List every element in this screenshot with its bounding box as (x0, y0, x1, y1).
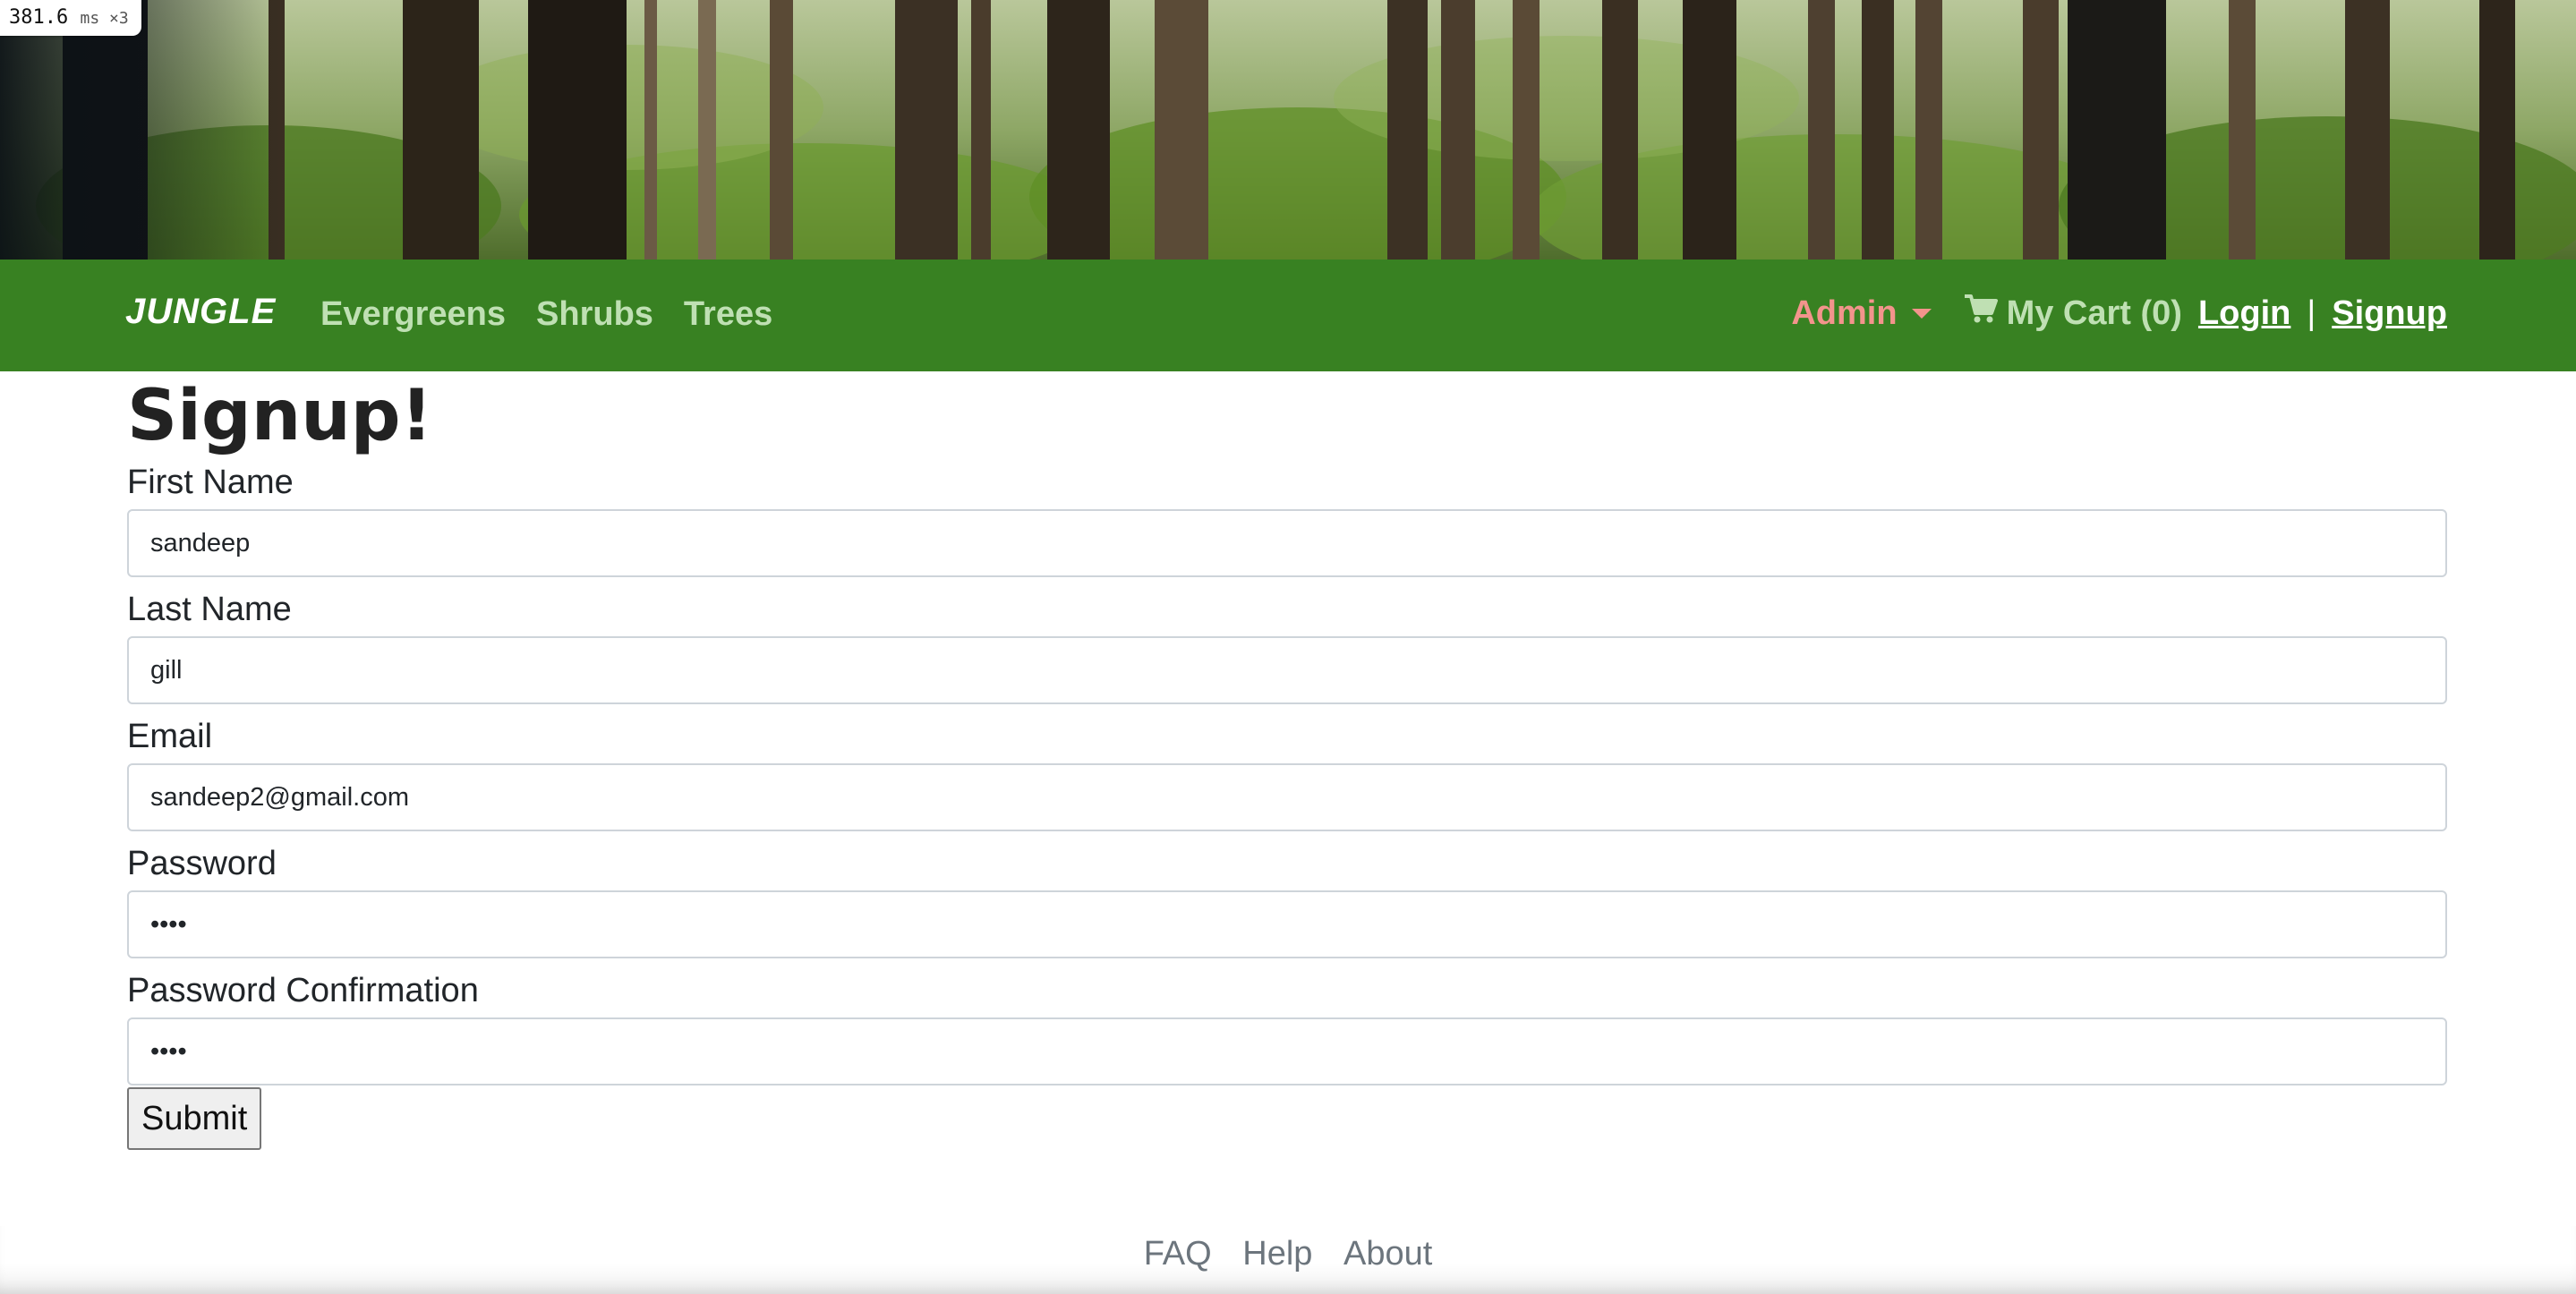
nav-link-evergreens[interactable]: Evergreens (320, 295, 506, 334)
password-confirmation-input[interactable] (127, 1017, 2447, 1085)
nav-link-trees[interactable]: Trees (684, 295, 772, 334)
signup-main: Signup! First Name Last Name Email Passw… (127, 371, 2447, 1150)
auth-separator: | (2307, 294, 2316, 332)
last-name-input[interactable] (127, 636, 2447, 704)
page-title: Signup! (127, 376, 433, 456)
caret-down-icon (1911, 308, 1932, 319)
cart-label: My Cart (0) (2006, 294, 2182, 332)
signup-link[interactable]: Signup (2332, 294, 2447, 333)
shopping-cart-icon (1964, 294, 1998, 333)
password-confirmation-label: Password Confirmation (127, 972, 479, 1009)
brand-logo[interactable]: JUNGLE (125, 292, 276, 332)
perf-value: 381.6 (9, 6, 69, 29)
password-label: Password (127, 845, 277, 882)
email-label: Email (127, 718, 213, 755)
perf-badge: 381.6 ms ×3 (0, 0, 141, 36)
navbar: JUNGLE Evergreens Shrubs Trees Admin My … (0, 260, 2576, 371)
forest-image (0, 0, 2576, 260)
email-input[interactable] (127, 763, 2447, 831)
footer-links: FAQ Help About (0, 1235, 2576, 1273)
admin-label: Admin (1791, 294, 1898, 332)
footer-link-help[interactable]: Help (1242, 1235, 1312, 1273)
footer-link-about[interactable]: About (1343, 1235, 1432, 1273)
nav-link-shrubs[interactable]: Shrubs (536, 295, 653, 334)
login-link[interactable]: Login (2198, 294, 2290, 333)
hero-banner (0, 0, 2576, 260)
footer-link-faq[interactable]: FAQ (1144, 1235, 1212, 1273)
category-nav: Evergreens Shrubs Trees (320, 295, 772, 334)
password-input[interactable] (127, 890, 2447, 958)
signup-form: First Name Last Name Email Password Pass… (127, 464, 2447, 1150)
first-name-label: First Name (127, 464, 294, 501)
my-cart-link[interactable]: My Cart (0) (1964, 294, 2182, 333)
admin-dropdown[interactable]: Admin (1791, 294, 1932, 333)
last-name-label: Last Name (127, 591, 292, 628)
submit-button[interactable]: Submit (127, 1087, 262, 1150)
nav-right: Admin My Cart (0) Login | Signup (1791, 294, 2447, 333)
first-name-input[interactable] (127, 509, 2447, 577)
footer: FAQ Help About (0, 1226, 2576, 1294)
perf-unit: ms ×3 (80, 9, 129, 28)
